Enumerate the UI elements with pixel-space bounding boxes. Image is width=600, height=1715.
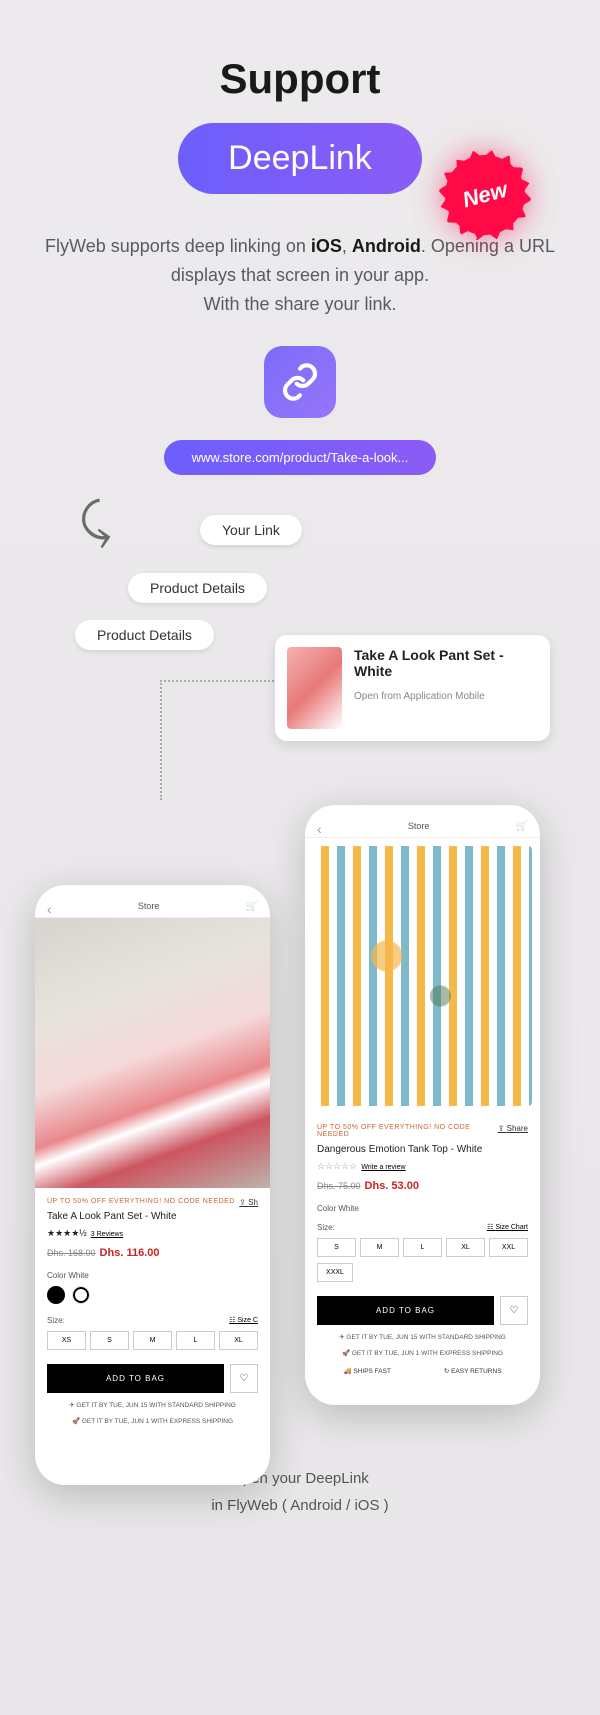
size-option[interactable]: XL <box>446 1238 485 1257</box>
star-rating: ★★★★½ <box>47 1228 87 1238</box>
price-new: Dhs. 116.00 <box>100 1247 160 1259</box>
reviews-link[interactable]: 3 Reviews <box>91 1231 123 1238</box>
preview-card-subtitle: Open from Application Mobile <box>354 691 538 702</box>
size-chart-link[interactable]: ☷ Size Chart <box>487 1223 528 1231</box>
product-image[interactable] <box>35 918 270 1188</box>
chip-product-details-2: Product Details <box>75 620 214 650</box>
size-option[interactable]: M <box>360 1238 399 1257</box>
size-option[interactable]: M <box>133 1331 172 1350</box>
shipping-express: 🚀 GET IT BY TUE, JUN 1 WITH EXPRESS SHIP… <box>47 1417 258 1425</box>
url-pill[interactable]: www.store.com/product/Take-a-look... <box>164 440 437 475</box>
price-new: Dhs. 53.00 <box>365 1180 419 1192</box>
wishlist-button[interactable]: ♡ <box>500 1296 528 1325</box>
color-swatch-white[interactable] <box>72 1286 90 1304</box>
size-label: Size: <box>47 1316 258 1325</box>
dotted-line-horizontal <box>160 680 290 682</box>
store-header: Store <box>35 885 270 918</box>
share-link[interactable]: ⇪ Sh <box>239 1198 258 1207</box>
product-image[interactable] <box>313 846 532 1106</box>
size-option[interactable]: L <box>176 1331 215 1350</box>
link-icon <box>264 346 336 418</box>
phone-mockup-right: Store ⇪ Share UP TO 50% OFF EVERYTHING! … <box>305 805 540 1405</box>
size-chart-link[interactable]: ☷ Size C <box>229 1316 258 1324</box>
phone-mockup-left: Store ⇪ Sh UP TO 50% OFF EVERYTHING! NO … <box>35 885 270 1485</box>
color-swatch-black[interactable] <box>47 1286 65 1304</box>
shipping-standard: ✈ GET IT BY TUE, JUN 15 WITH STANDARD SH… <box>317 1333 528 1341</box>
price-old: Dhs. 75.00 <box>317 1181 361 1191</box>
shipping-express: 🚀 GET IT BY TUE, JUN 1 WITH EXPRESS SHIP… <box>317 1349 528 1357</box>
curved-arrow-icon: ⤹ <box>75 493 113 553</box>
price-old: Dhs. 168.00 <box>47 1248 96 1258</box>
promo-banner: UP TO 50% OFF EVERYTHING! NO CODE NEEDED <box>47 1198 258 1205</box>
color-label: Color White <box>47 1271 258 1280</box>
product-title: Take A Look Pant Set - White <box>47 1211 258 1222</box>
add-to-bag-button[interactable]: ADD TO BAG <box>47 1364 224 1393</box>
star-rating: ☆☆☆☆☆ <box>317 1161 357 1171</box>
android-text: Android <box>352 236 421 256</box>
description: FlyWeb supports deep linking on iOS, And… <box>45 232 555 318</box>
size-option[interactable]: XXL <box>489 1238 528 1257</box>
size-option[interactable]: XXXL <box>317 1263 353 1282</box>
preview-card[interactable]: Take A Look Pant Set - White Open from A… <box>275 635 550 741</box>
ships-fast-badge: 🚚 SHIPS FAST <box>343 1367 390 1375</box>
deeplink-pill: DeepLink <box>178 123 422 194</box>
page-title: Support <box>0 55 600 103</box>
desc-pre: FlyWeb supports deep linking on <box>45 236 311 256</box>
wishlist-button[interactable]: ♡ <box>230 1364 258 1393</box>
promo-banner: UP TO 50% OFF EVERYTHING! NO CODE NEEDED <box>317 1124 528 1138</box>
preview-card-image <box>287 647 342 729</box>
write-review-link[interactable]: Write a review <box>361 1164 405 1171</box>
size-option[interactable]: XL <box>219 1331 258 1350</box>
share-link[interactable]: ⇪ Share <box>498 1124 528 1133</box>
add-to-bag-button[interactable]: ADD TO BAG <box>317 1296 494 1325</box>
chip-your-link: Your Link <box>200 515 302 545</box>
ios-text: iOS <box>311 236 342 256</box>
preview-card-title: Take A Look Pant Set - White <box>354 647 538 679</box>
easy-returns-badge: ↻ EASY RETURNS <box>444 1367 502 1375</box>
size-option[interactable]: XS <box>47 1331 86 1350</box>
chip-product-details-1: Product Details <box>128 573 267 603</box>
dotted-line-vertical <box>160 680 162 800</box>
shipping-standard: ✈ GET IT BY TUE, JUN 15 WITH STANDARD SH… <box>47 1401 258 1409</box>
size-option[interactable]: S <box>317 1238 356 1257</box>
store-header: Store <box>305 805 540 838</box>
product-title: Dangerous Emotion Tank Top - White <box>317 1144 528 1155</box>
color-label: Color White <box>317 1204 528 1213</box>
size-option[interactable]: L <box>403 1238 442 1257</box>
size-option[interactable]: S <box>90 1331 129 1350</box>
